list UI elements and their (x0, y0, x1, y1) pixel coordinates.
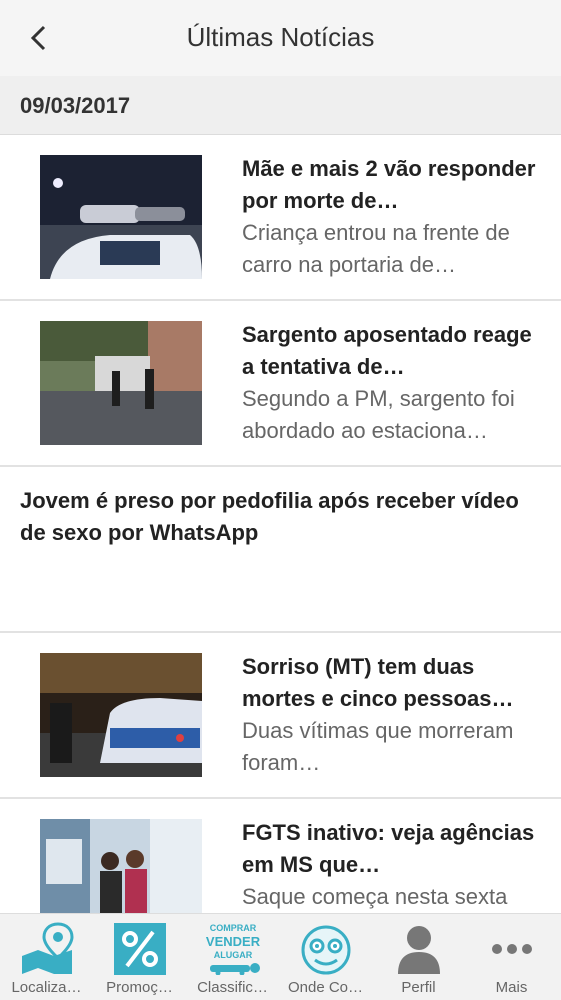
news-headline: Sorriso (MT) tem duas mortes e cinco pes… (242, 654, 514, 711)
bottom-tab-bar: Localiza… Promoç… COMPRAR VENDER ALUGAR … (0, 913, 561, 1000)
news-list: Mãe e mais 2 vão responder por morte de…… (0, 135, 561, 915)
page-title: Últimas Notícias (186, 22, 375, 52)
person-icon (398, 926, 440, 974)
date-label: 09/03/2017 (20, 93, 131, 118)
tab-label: Classific… (197, 979, 268, 996)
tab-label: Localiza… (11, 979, 82, 996)
tab-promocoes[interactable]: Promoç… (93, 914, 186, 1000)
tab-label: Perfil (401, 979, 436, 996)
classified-icon: COMPRAR VENDER ALUGAR (200, 922, 266, 976)
classified-badge-line: ALUGAR (213, 950, 253, 960)
map-pin-icon (22, 922, 74, 974)
news-summary: Criança entrou na frente de carro na por… (242, 220, 510, 277)
tab-classificados[interactable]: COMPRAR VENDER ALUGAR Classific… (186, 914, 279, 1000)
more-icon (492, 944, 532, 954)
news-item[interactable]: Sargento aposentado reage a tentativa de… (0, 301, 561, 467)
news-headline: Sargento aposentado reage a tentativa de… (242, 322, 532, 379)
news-summary: Segundo a PM, sargento foi abordado ao e… (242, 386, 515, 443)
tab-label: Promoç… (106, 979, 173, 996)
news-thumbnail (40, 653, 202, 777)
news-headline: Jovem é preso por pedofilia após receber… (20, 488, 519, 545)
tab-perfil[interactable]: Perfil (372, 914, 465, 1000)
news-item[interactable]: Jovem é preso por pedofilia após receber… (0, 467, 561, 633)
news-summary: Saque começa nesta sexta (242, 884, 508, 909)
percent-icon (114, 923, 166, 975)
tab-localizacao[interactable]: Localiza… (0, 914, 93, 1000)
tab-onde-comer[interactable]: Onde Co… (279, 914, 372, 1000)
news-thumbnail (40, 155, 202, 279)
news-item[interactable]: Mãe e mais 2 vão responder por morte de…… (0, 135, 561, 301)
news-headline: Mãe e mais 2 vão responder por morte de… (242, 156, 536, 213)
tab-mais[interactable]: Mais (465, 914, 558, 1000)
face-icon (301, 925, 351, 975)
news-item[interactable]: FGTS inativo: veja agências em MS que… S… (0, 799, 561, 915)
news-item[interactable]: Sorriso (MT) tem duas mortes e cinco pes… (0, 633, 561, 799)
car-icon (210, 963, 260, 976)
app-header: Últimas Notícias (0, 0, 561, 76)
news-thumbnail (40, 321, 202, 445)
tab-label: Mais (495, 979, 528, 996)
news-headline: FGTS inativo: veja agências em MS que… (242, 820, 535, 877)
tab-label: Onde Co… (287, 979, 364, 996)
classified-badge-line: COMPRAR (209, 923, 257, 933)
news-thumbnail (40, 819, 202, 915)
date-section-header: 09/03/2017 (0, 76, 561, 135)
classified-badge-line: VENDER (205, 934, 261, 949)
news-summary: Duas vítimas que morreram foram… (242, 718, 514, 775)
